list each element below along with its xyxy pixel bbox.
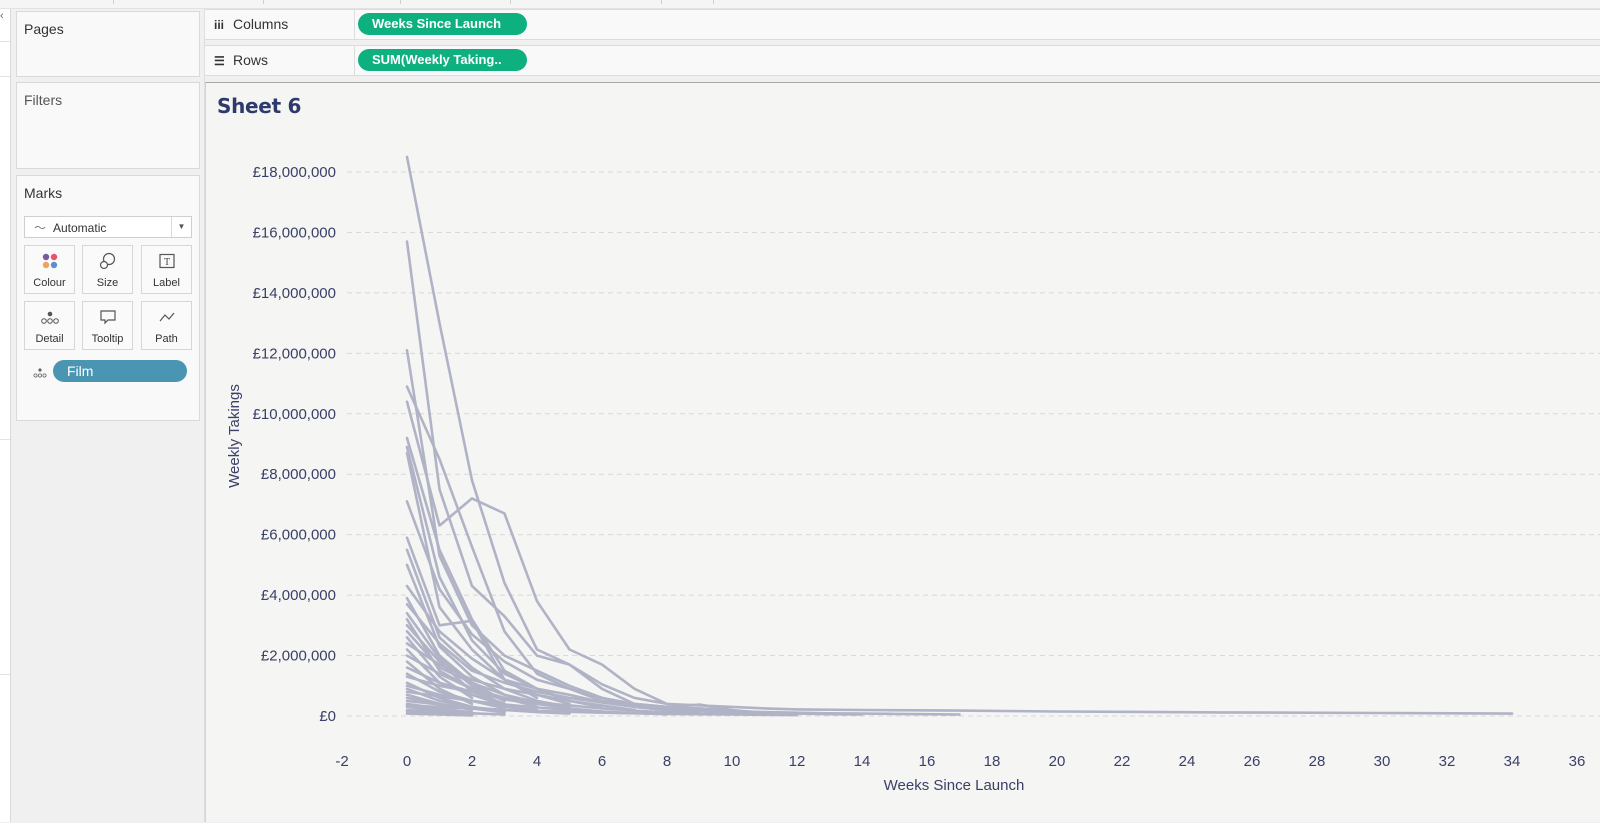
- x-tick-label: 34: [1504, 753, 1521, 770]
- weeks-since-launch-pill[interactable]: Weeks Since Launch: [358, 13, 527, 35]
- marks-card: Marks 〜 Automatic ▼ Colour Size T Label: [16, 175, 200, 421]
- tooltip-button[interactable]: Tooltip: [82, 301, 133, 350]
- weekly-takings-pill[interactable]: SUM(Weekly Taking..: [358, 49, 527, 71]
- collapse-icon[interactable]: ‹: [0, 11, 4, 22]
- x-tick-label: 22: [1114, 753, 1131, 770]
- x-tick-label: 24: [1179, 753, 1196, 770]
- y-tick-label: £18,000,000: [253, 164, 336, 181]
- series-line-film-b[interactable]: [405, 240, 734, 712]
- columns-shelf: iii Columns Weeks Since Launch: [205, 9, 1600, 40]
- series-lines: [405, 155, 1514, 717]
- detail-label: Detail: [35, 333, 64, 345]
- y-tick-label: £16,000,000: [253, 224, 336, 241]
- toolbar-divider: [400, 0, 401, 4]
- columns-icon: iii: [214, 18, 225, 32]
- toolbar-divider: [113, 0, 114, 4]
- svg-text:T: T: [163, 257, 169, 268]
- tooltip-label: Tooltip: [91, 333, 124, 345]
- chevron-down-icon[interactable]: ▼: [171, 217, 191, 237]
- visualization-area: Sheet 6 £0 £2,000,000 £4,000,000 £6,000,000…: [205, 82, 1600, 822]
- y-tick-label: £10,000,000: [253, 406, 336, 423]
- x-tick-label: 16: [919, 753, 936, 770]
- label-icon: T: [142, 252, 191, 270]
- mark-type-dropdown[interactable]: 〜 Automatic ▼: [24, 216, 192, 238]
- y-tick-label: £4,000,000: [261, 587, 336, 604]
- label-label: Label: [153, 277, 180, 289]
- y-tick-label: £2,000,000: [261, 648, 336, 665]
- colour-icon: [25, 252, 74, 270]
- cards-column: Pages Filters Marks 〜 Automatic ▼ Colour…: [11, 9, 205, 822]
- x-tick-label: 30: [1374, 753, 1391, 770]
- x-axis-ticks: -2 0 2 4 6 8 10 12 14 16 18 20 22 24 26 28 30 32 34 36: [335, 753, 1585, 770]
- filters-card[interactable]: Filters: [16, 82, 200, 169]
- y-axis-title: Weekly Takings: [226, 384, 243, 488]
- x-tick-label: 36: [1569, 753, 1586, 770]
- size-button[interactable]: Size: [82, 245, 133, 294]
- x-tick-label: 26: [1244, 753, 1261, 770]
- toolbar-divider: [510, 0, 511, 4]
- pages-card[interactable]: Pages: [16, 11, 200, 77]
- y-tick-label: £0: [319, 708, 336, 725]
- x-tick-label: 14: [854, 753, 871, 770]
- detail-small-icon: [33, 366, 47, 384]
- columns-label-text: Columns: [233, 16, 289, 32]
- x-tick-label: 18: [984, 753, 1001, 770]
- series-line-film-a[interactable]: [405, 155, 1514, 715]
- divider: [0, 439, 10, 440]
- series-line-film-an[interactable]: [405, 712, 474, 717]
- toolbar-divider: [661, 0, 662, 4]
- rows-label-text: Rows: [233, 52, 269, 68]
- top-toolbar-strip: [0, 0, 1600, 9]
- x-tick-label: 8: [663, 753, 671, 770]
- tooltip-icon: [83, 308, 132, 326]
- columns-shelf-label: iii Columns: [205, 10, 355, 39]
- x-tick-label: 32: [1439, 753, 1456, 770]
- x-tick-label: 28: [1309, 753, 1326, 770]
- y-tick-label: £12,000,000: [253, 345, 336, 362]
- colour-button[interactable]: Colour: [24, 245, 75, 294]
- x-tick-label: 4: [533, 753, 541, 770]
- x-tick-label: 10: [724, 753, 741, 770]
- rows-icon: ☰: [214, 54, 225, 68]
- x-axis-title: Weeks Since Launch: [884, 777, 1025, 794]
- data-pane-collapsed[interactable]: ‹: [0, 9, 11, 822]
- divider: [0, 41, 10, 42]
- film-detail-pill[interactable]: Film: [53, 360, 187, 382]
- marks-card-title: Marks: [24, 185, 63, 201]
- rows-shelf-label: ☰ Rows: [205, 46, 355, 75]
- y-tick-label: £8,000,000: [261, 466, 336, 483]
- x-tick-label: 20: [1049, 753, 1066, 770]
- label-button[interactable]: T Label: [141, 245, 192, 294]
- pages-card-title: Pages: [24, 21, 64, 37]
- mark-type-value: Automatic: [53, 221, 107, 235]
- x-tick-label: 0: [403, 753, 411, 770]
- rows-shelf: ☰ Rows SUM(Weekly Taking..: [205, 45, 1600, 76]
- toolbar-divider: [713, 0, 714, 4]
- x-tick-label: 12: [789, 753, 806, 770]
- filters-card-title: Filters: [24, 92, 63, 108]
- detail-icon: [25, 308, 74, 326]
- x-tick-label: 2: [468, 753, 476, 770]
- divider: [0, 674, 10, 675]
- path-label: Path: [155, 333, 178, 345]
- path-button[interactable]: Path: [141, 301, 192, 350]
- line-chart: £0 £2,000,000 £4,000,000 £6,000,000 £8,000,0…: [226, 155, 1600, 794]
- x-tick-label: 6: [598, 753, 606, 770]
- x-tick-label: -2: [335, 753, 348, 770]
- y-axis-ticks: £0 £2,000,000 £4,000,000 £6,000,000 £8,000,0…: [253, 164, 336, 725]
- y-tick-label: £14,000,000: [253, 285, 336, 302]
- path-icon: [142, 308, 191, 326]
- toolbar-divider: [263, 0, 264, 4]
- y-tick-label: £6,000,000: [261, 527, 336, 544]
- size-label: Size: [96, 277, 119, 289]
- divider: [0, 76, 10, 77]
- series-line-film-e[interactable]: [405, 400, 669, 706]
- gridlines: [347, 171, 1600, 717]
- detail-button[interactable]: Detail: [24, 301, 75, 350]
- size-icon: [83, 252, 132, 270]
- colour-label: Colour: [33, 277, 66, 289]
- line-mark-icon: 〜: [34, 221, 47, 235]
